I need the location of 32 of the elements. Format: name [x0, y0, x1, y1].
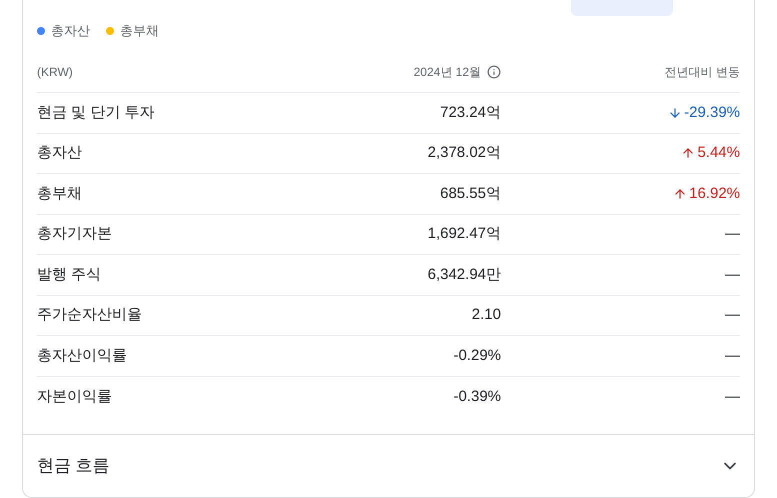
- row-value: 1,692.47억: [426, 224, 501, 244]
- change-value: —: [725, 305, 740, 325]
- arrow-up-icon: [681, 146, 696, 160]
- change-value: —: [725, 386, 740, 406]
- row-value: 723.24억: [439, 102, 501, 122]
- row-label: 발행 주식: [37, 264, 102, 284]
- row-value: 685.55억: [439, 184, 501, 204]
- row-label: 총자산: [37, 143, 83, 163]
- row-label: 총자기자본: [37, 224, 113, 244]
- change-value: —: [725, 224, 740, 244]
- row-label: 주가순자산비율: [37, 305, 143, 325]
- change-value: —: [725, 346, 740, 366]
- change-value: -29.39%: [668, 102, 740, 124]
- column-header: 2024년 12월: [414, 64, 481, 81]
- row-value: 2.10: [470, 305, 501, 325]
- change-value: —: [725, 264, 740, 284]
- row-value: -0.39%: [452, 386, 501, 406]
- row-value: 6,342.94만: [426, 264, 501, 284]
- info-icon[interactable]: [487, 65, 501, 79]
- row-label: 현금 및 단기 투자: [37, 102, 156, 122]
- row-label: 자본이익률: [37, 386, 113, 406]
- change-value: 16.92%: [673, 182, 740, 205]
- legend-label: 총부채: [120, 22, 159, 40]
- change-value: 5.44%: [681, 142, 740, 164]
- row-value: 2,378.02억: [426, 143, 501, 163]
- row-label: 총부채: [37, 184, 83, 204]
- column-header: (KRW): [37, 64, 74, 81]
- row-label: 총자산이익률: [37, 346, 128, 366]
- section-title: 현금 흐름: [37, 454, 110, 477]
- column-header: 전년대비 변동: [664, 64, 740, 81]
- row-value: -0.29%: [452, 346, 501, 366]
- legend-label: 총자산: [51, 22, 90, 40]
